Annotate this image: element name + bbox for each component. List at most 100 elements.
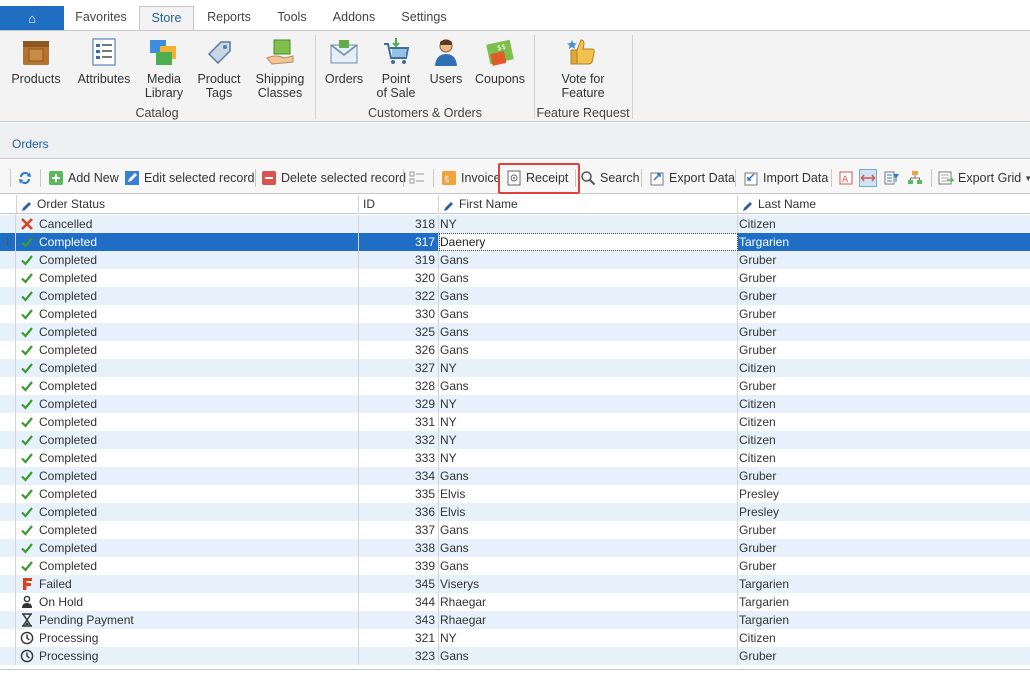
table-row[interactable]: Completed 335 Elvis Presley — [0, 485, 1030, 503]
id-cell[interactable]: 326 — [359, 341, 439, 359]
order-status-cell[interactable]: Completed — [17, 485, 359, 503]
last-name-cell[interactable]: Citizen — [738, 395, 1030, 413]
first-name-cell[interactable]: Gans — [439, 377, 738, 395]
table-row[interactable]: Completed 329 NY Citizen — [0, 395, 1030, 413]
table-row[interactable]: Completed 319 Gans Gruber — [0, 251, 1030, 269]
last-name-cell[interactable]: Citizen — [738, 449, 1030, 467]
row-indicator[interactable] — [0, 485, 16, 503]
row-indicator[interactable] — [0, 431, 16, 449]
last-name-cell[interactable]: Gruber — [738, 521, 1030, 539]
vote-for-feature-button[interactable]: Vote for Feature — [550, 33, 616, 100]
orders-button[interactable]: Orders — [322, 33, 366, 86]
last-name-cell[interactable]: Citizen — [738, 215, 1030, 233]
order-status-cell[interactable]: Completed — [17, 251, 359, 269]
first-name-cell[interactable]: Gans — [439, 323, 738, 341]
last-name-cell[interactable]: Gruber — [738, 251, 1030, 269]
last-name-cell[interactable]: Citizen — [738, 431, 1030, 449]
last-name-cell[interactable]: Targarien — [738, 611, 1030, 629]
id-cell[interactable]: 331 — [359, 413, 439, 431]
table-row[interactable]: Cancelled 318 NY Citizen — [0, 215, 1030, 233]
last-name-cell[interactable]: Targarien — [738, 575, 1030, 593]
last-name-cell[interactable]: Presley — [738, 485, 1030, 503]
first-name-cell[interactable]: NY — [439, 215, 738, 233]
row-indicator[interactable] — [0, 647, 16, 665]
table-row[interactable]: Completed 330 Gans Gruber — [0, 305, 1030, 323]
order-status-cell[interactable]: Completed — [17, 323, 359, 341]
receipt-button[interactable]: Receipt — [506, 168, 568, 188]
last-name-cell[interactable]: Gruber — [738, 323, 1030, 341]
id-cell[interactable]: 333 — [359, 449, 439, 467]
point-of-sale-button[interactable]: Point of Sale — [374, 33, 418, 100]
order-status-cell[interactable]: Cancelled — [17, 215, 359, 233]
first-name-cell[interactable]: Gans — [439, 521, 738, 539]
tab-settings[interactable]: Settings — [388, 6, 460, 30]
refresh-button[interactable] — [17, 168, 37, 188]
table-row[interactable]: Completed 331 NY Citizen — [0, 413, 1030, 431]
order-status-cell[interactable]: Failed — [17, 575, 359, 593]
first-name-cell[interactable]: Gans — [439, 557, 738, 575]
last-name-cell[interactable]: Citizen — [738, 413, 1030, 431]
first-name-cell[interactable]: Elvis — [439, 485, 738, 503]
last-name-cell[interactable]: Gruber — [738, 269, 1030, 287]
first-name-cell[interactable]: Daenery — [439, 233, 738, 251]
id-cell[interactable]: 330 — [359, 305, 439, 323]
tab-favorites[interactable]: Favorites — [64, 6, 138, 30]
id-cell[interactable]: 323 — [359, 647, 439, 665]
order-status-cell[interactable]: Pending Payment — [17, 611, 359, 629]
last-name-cell[interactable]: Citizen — [738, 359, 1030, 377]
id-cell[interactable]: 334 — [359, 467, 439, 485]
id-cell[interactable]: 329 — [359, 395, 439, 413]
last-name-cell[interactable]: Presley — [738, 503, 1030, 521]
table-row[interactable]: Completed 327 NY Citizen — [0, 359, 1030, 377]
table-row[interactable]: Processing 321 NY Citizen — [0, 629, 1030, 647]
column-header-order-status[interactable]: Order Status — [17, 195, 359, 214]
order-status-cell[interactable]: Completed — [17, 449, 359, 467]
row-indicator[interactable] — [0, 557, 16, 575]
last-name-cell[interactable]: Gruber — [738, 539, 1030, 557]
product-tags-button[interactable]: Product Tags — [194, 33, 244, 100]
last-name-cell[interactable]: Gruber — [738, 647, 1030, 665]
first-name-cell[interactable]: NY — [439, 629, 738, 647]
last-name-cell[interactable]: Gruber — [738, 467, 1030, 485]
order-status-cell[interactable]: Completed — [17, 359, 359, 377]
table-row[interactable]: Processing 323 Gans Gruber — [0, 647, 1030, 665]
first-name-cell[interactable]: Gans — [439, 305, 738, 323]
column-header-id[interactable]: ID — [359, 195, 439, 214]
first-name-cell[interactable]: Rhaegar — [439, 593, 738, 611]
delete-selected-record-button[interactable]: Delete selected record — [261, 168, 406, 188]
id-cell[interactable]: 321 — [359, 629, 439, 647]
last-name-cell[interactable]: Targarien — [738, 593, 1030, 611]
id-cell[interactable]: 318 — [359, 215, 439, 233]
table-row[interactable]: I Completed 317 Daenery Targarien — [0, 233, 1030, 251]
filter-button[interactable] — [884, 168, 904, 188]
row-indicator[interactable] — [0, 269, 16, 287]
row-indicator[interactable] — [0, 593, 16, 611]
tab-tools[interactable]: Tools — [264, 6, 320, 30]
order-status-cell[interactable]: Completed — [17, 287, 359, 305]
first-name-cell[interactable]: NY — [439, 413, 738, 431]
column-header-last-name[interactable]: Last Name — [738, 195, 1030, 214]
table-row[interactable]: Completed 328 Gans Gruber — [0, 377, 1030, 395]
first-name-cell[interactable]: Gans — [439, 287, 738, 305]
search-button[interactable]: Search — [580, 168, 640, 188]
order-status-cell[interactable]: Completed — [17, 413, 359, 431]
row-indicator[interactable] — [0, 395, 16, 413]
id-cell[interactable]: 328 — [359, 377, 439, 395]
id-cell[interactable]: 327 — [359, 359, 439, 377]
first-name-cell[interactable]: Gans — [439, 251, 738, 269]
id-cell[interactable]: 335 — [359, 485, 439, 503]
order-status-cell[interactable]: Completed — [17, 395, 359, 413]
bulk-select-button[interactable] — [409, 168, 429, 188]
row-indicator[interactable] — [0, 323, 16, 341]
order-status-cell[interactable]: Completed — [17, 503, 359, 521]
row-indicator[interactable] — [0, 377, 16, 395]
row-indicator[interactable] — [0, 341, 16, 359]
row-indicator[interactable] — [0, 539, 16, 557]
row-indicator[interactable]: I — [0, 233, 16, 251]
row-indicator[interactable] — [0, 215, 16, 233]
id-cell[interactable]: 332 — [359, 431, 439, 449]
row-indicator[interactable] — [0, 503, 16, 521]
page-title[interactable]: Orders — [12, 137, 49, 151]
order-status-cell[interactable]: Completed — [17, 539, 359, 557]
row-indicator[interactable] — [0, 251, 16, 269]
